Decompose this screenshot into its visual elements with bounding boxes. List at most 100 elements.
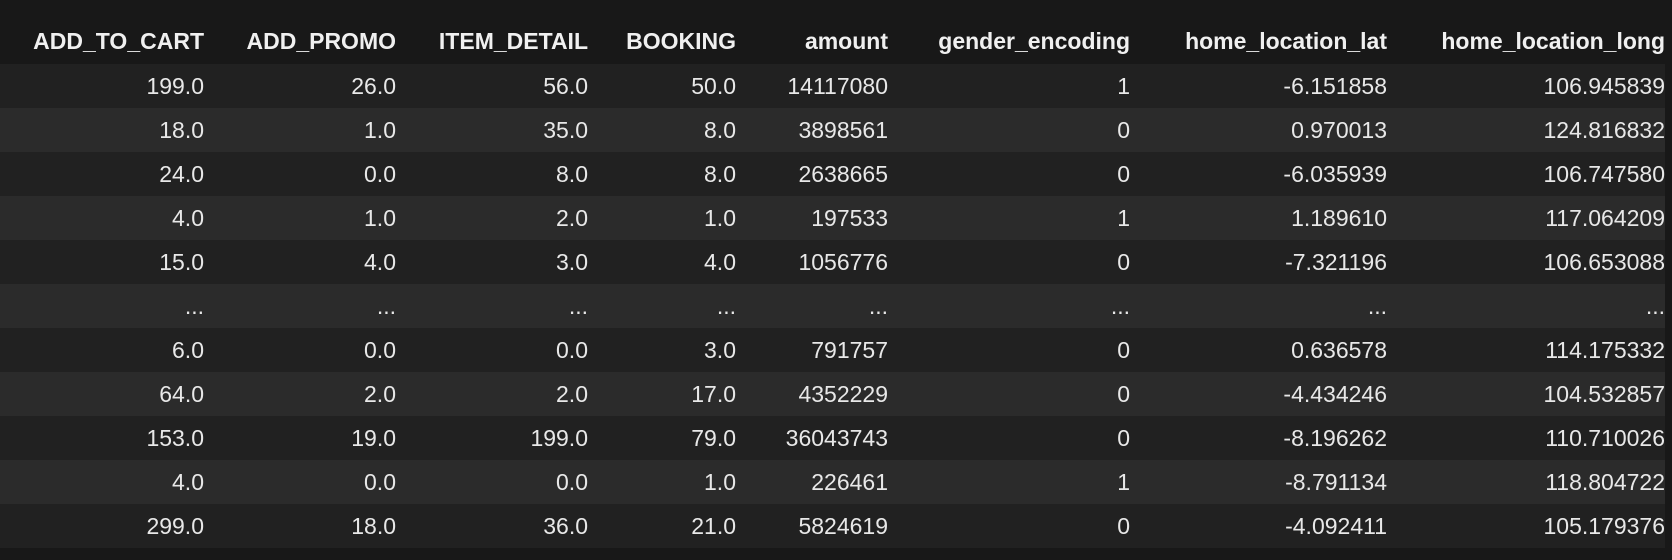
table-cell: 114.175332: [1545, 337, 1665, 363]
table-cell: ...: [1367, 293, 1387, 319]
table-cell: -8.196262: [1283, 425, 1387, 451]
table-cell: 3898561: [798, 117, 888, 143]
table-cell: 35.0: [543, 117, 588, 143]
table-cell: 1.0: [704, 469, 736, 495]
table-row: 299.0 18.0 36.0 21.0 5824619 0 -4.092411 105.17…: [0, 504, 1665, 548]
table-cell: -4.434246: [1283, 381, 1387, 407]
table-cell: -6.151858: [1283, 73, 1387, 99]
table-cell: 15.0: [159, 249, 204, 275]
table-cell: 14117080: [787, 73, 888, 99]
ellipsis-row: ........................: [0, 284, 1665, 328]
table-cell: 4.0: [704, 249, 736, 275]
table-cell: 791757: [811, 337, 888, 363]
table-cell: 0.0: [364, 469, 396, 495]
table-cell: 197533: [811, 205, 888, 231]
table-cell: 0: [1117, 249, 1130, 275]
table-cell: 4.0: [172, 205, 204, 231]
table-cell: 3.0: [704, 337, 736, 363]
table-cell: 0.0: [364, 161, 396, 187]
table-cell: 8.0: [704, 117, 736, 143]
table-cell: 21.0: [691, 513, 736, 539]
header-row: ADD_TO_CART ADD_PROMO ITEM_DETAIL BOOKIN…: [0, 18, 1665, 64]
table-cell: 64.0: [159, 381, 204, 407]
table-cell: 0: [1117, 337, 1130, 363]
table-row: 24.0 0.0 8.0 8.0 2638665 0 -6.035939 106.747580: [0, 152, 1665, 196]
table-cell: 0.970013: [1291, 117, 1387, 143]
table-cell: 104.532857: [1543, 381, 1665, 407]
column-header-item-detail: ITEM_DETAIL: [438, 28, 588, 54]
table-row: 15.0 4.0 3.0 4.0 1056776 0 -7.321196 106.653088: [0, 240, 1665, 284]
table-cell: 199.0: [146, 73, 204, 99]
table-cell: 79.0: [691, 425, 736, 451]
table-cell: 2638665: [798, 161, 888, 187]
table-cell: 2.0: [556, 205, 588, 231]
column-header-add-promo: ADD_PROMO: [246, 28, 396, 54]
table-cell: 4.0: [364, 249, 396, 275]
column-header-booking: BOOKING: [626, 28, 736, 54]
table-cell: 1056776: [798, 249, 888, 275]
table-cell: 0: [1117, 117, 1130, 143]
table-cell: 226461: [811, 469, 888, 495]
table-cell: 18.0: [351, 513, 396, 539]
table-cell: 106.653088: [1543, 249, 1665, 275]
table-body: 199.0 26.0 56.0 50.0 14117080 1 -6.151858 106.9…: [0, 64, 1665, 548]
table-cell: 0: [1117, 425, 1130, 451]
table-cell: 299.0: [146, 513, 204, 539]
table-cell: 153.0: [146, 425, 204, 451]
table-cell: 106.747580: [1543, 161, 1665, 187]
table-cell: 4.0: [172, 469, 204, 495]
table-cell: 118.804722: [1545, 469, 1665, 495]
table-cell: 36.0: [543, 513, 588, 539]
table-cell: 24.0: [159, 161, 204, 187]
table-row: 6.0 0.0 0.0 3.0 791757 0 0.636578 114.175332: [0, 328, 1665, 372]
column-header-home-location-lat: home_location_lat: [1185, 28, 1387, 54]
table-cell: 5824619: [798, 513, 888, 539]
table-cell: 199.0: [530, 425, 588, 451]
table-cell: 50.0: [691, 73, 736, 99]
table-cell: 0.636578: [1291, 337, 1387, 363]
table-row: 4.0 0.0 0.0 1.0 226461 1 -8.791134 118.804722: [0, 460, 1665, 504]
table-cell: 110.710026: [1545, 425, 1665, 451]
table-cell: 36043743: [785, 425, 888, 451]
table-cell: 1: [1117, 73, 1130, 99]
table-cell: 6.0: [172, 337, 204, 363]
table-cell: 26.0: [351, 73, 396, 99]
table-cell: 2.0: [364, 381, 396, 407]
column-header-gender-encoding: gender_encoding: [938, 28, 1130, 54]
table-row: 64.0 2.0 2.0 17.0 4352229 0 -4.434246 104.53285…: [0, 372, 1665, 416]
table-cell: 105.179376: [1543, 513, 1665, 539]
table-cell: ...: [1645, 293, 1665, 319]
table-cell: 2.0: [556, 381, 588, 407]
table-cell: 3.0: [556, 249, 588, 275]
table-cell: 17.0: [691, 381, 736, 407]
table-cell: -8.791134: [1285, 469, 1387, 495]
table-row: 4.0 1.0 2.0 1.0 197533 1 1.189610 117.064209: [0, 196, 1665, 240]
table-cell: 0: [1117, 381, 1130, 407]
table-cell: ...: [716, 293, 736, 319]
table-row: 199.0 26.0 56.0 50.0 14117080 1 -6.151858 106.9…: [0, 64, 1665, 108]
table-cell: 18.0: [159, 117, 204, 143]
column-header-add-to-cart: ADD_TO_CART: [33, 28, 204, 54]
table-cell: 0: [1117, 513, 1130, 539]
table-cell: ...: [568, 293, 588, 319]
table-cell: -6.035939: [1283, 161, 1387, 187]
table-cell: 1.189610: [1291, 205, 1387, 231]
table-cell: 19.0: [351, 425, 396, 451]
table-cell: ...: [1110, 293, 1130, 319]
table-cell: ...: [376, 293, 396, 319]
table-cell: 8.0: [704, 161, 736, 187]
dataframe-table: ADD_TO_CART ADD_PROMO ITEM_DETAIL BOOKIN…: [0, 18, 1665, 548]
table-cell: -4.092411: [1285, 513, 1387, 539]
table-cell: 0.0: [556, 469, 588, 495]
table-row: 153.0 19.0 199.0 79.0 36043743 0 -8.196262 110.…: [0, 416, 1665, 460]
table-cell: 4352229: [798, 381, 888, 407]
table-cell: 1: [1117, 469, 1130, 495]
table-cell: 1: [1117, 205, 1130, 231]
table-cell: 0: [1117, 161, 1130, 187]
table-cell: 106.945839: [1543, 73, 1665, 99]
table-cell: 1.0: [364, 205, 396, 231]
table-cell: ...: [868, 293, 888, 319]
column-header-amount: amount: [804, 28, 888, 54]
table-cell: 1.0: [704, 205, 736, 231]
table-cell: 56.0: [543, 73, 588, 99]
